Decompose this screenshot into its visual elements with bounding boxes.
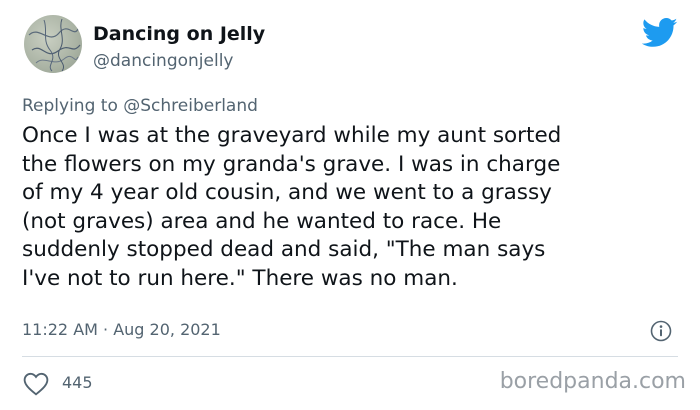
author-display-name[interactable]: Dancing on Jelly bbox=[93, 23, 265, 45]
author-handle[interactable]: @dancingonjelly bbox=[93, 51, 233, 71]
replying-to: Replying to @Schreiberland bbox=[22, 96, 258, 116]
heart-icon[interactable] bbox=[23, 372, 49, 396]
divider bbox=[22, 356, 678, 357]
tweet-text-line: Once I was at the graveyard while my aun… bbox=[22, 123, 562, 148]
twitter-bird-icon[interactable] bbox=[642, 18, 678, 48]
info-icon[interactable] bbox=[650, 320, 672, 342]
avatar[interactable] bbox=[24, 15, 82, 73]
tweet-timestamp[interactable]: 11:22 AM · Aug 20, 2021 bbox=[22, 320, 221, 339]
tweet-text-line: suddenly stopped dead and said, "The man… bbox=[22, 237, 546, 263]
tweet-text-line: of my 4 year old cousin, and we went to … bbox=[22, 180, 552, 206]
like-count: 445 bbox=[62, 373, 93, 392]
tweet-text-line: (not graves) area and he wanted to race.… bbox=[22, 208, 502, 234]
replying-to-prefix: Replying to bbox=[22, 96, 118, 116]
watermark: boredpanda.com bbox=[499, 369, 686, 394]
tweet-text-line: the flowers on my granda's grave. I was … bbox=[22, 151, 561, 177]
tweet-text: Once I was at the graveyard while my aun… bbox=[22, 122, 682, 294]
reply-mention-link[interactable]: @Schreiberland bbox=[123, 96, 258, 116]
tweet-text-line: I've not to run here." There was no man. bbox=[22, 265, 458, 291]
